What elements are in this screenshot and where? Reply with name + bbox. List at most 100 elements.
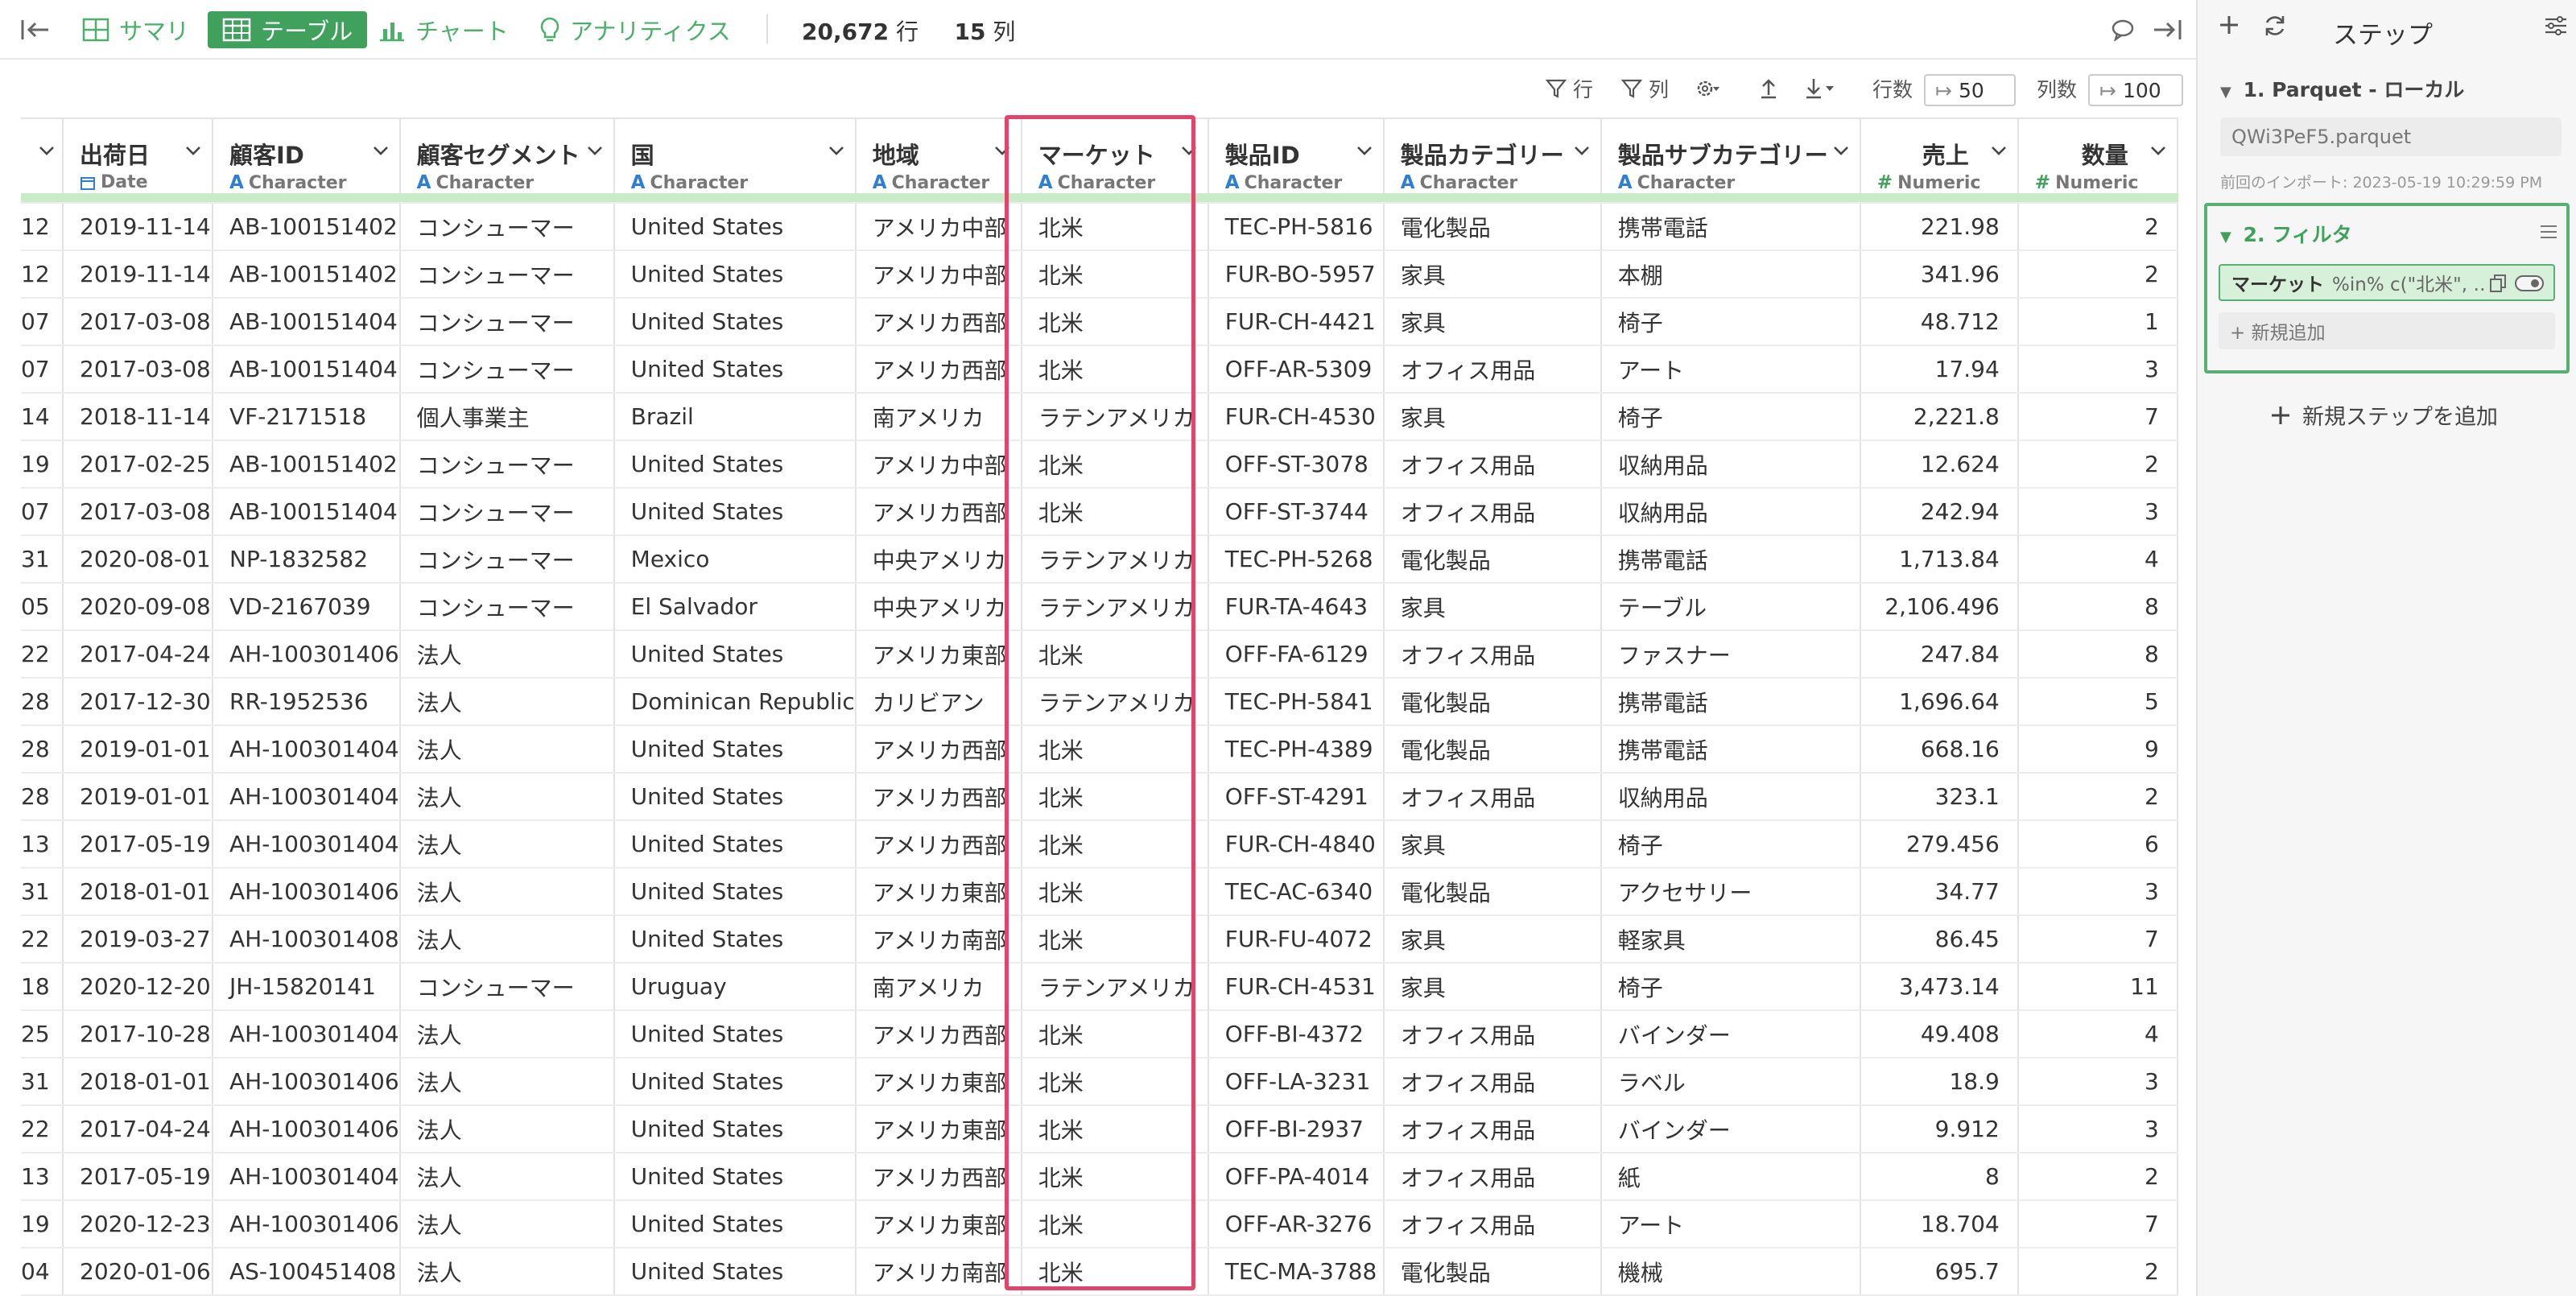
table-cell[interactable]: OFF-BI-2937 [1208,1105,1385,1154]
table-cell[interactable]: United States [613,203,857,251]
settings-menu-button[interactable] [1695,72,1726,105]
table-cell[interactable]: VD-2167039 [213,583,401,631]
sliders-icon[interactable] [2544,14,2568,37]
table-cell[interactable]: United States [613,250,857,299]
table-cell[interactable]: 07 [21,345,64,394]
table-cell[interactable]: United States [613,1058,857,1106]
table-cell[interactable]: テーブル [1600,583,1861,631]
table-cell[interactable]: OFF-AR-5309 [1208,345,1385,394]
table-cell[interactable]: 2,221.8 [1860,393,2019,441]
table-cell[interactable]: 携帯電話 [1600,203,1861,251]
table-cell[interactable]: 7 [2017,1200,2178,1249]
table-cell[interactable]: 22 [21,630,64,679]
table-cell[interactable]: AH-100301404 [213,1010,401,1059]
table-cell[interactable]: 2020-12-23 [63,1200,213,1249]
table-cell[interactable]: FUR-CH-4531 [1208,963,1385,1011]
table-cell[interactable]: 22 [21,1105,64,1154]
table-cell[interactable]: AH-100301406 [213,1058,401,1106]
chevron-down-icon[interactable] [1356,145,1373,156]
chevron-down-icon[interactable] [1832,145,1850,156]
table-cell[interactable]: United States [613,440,857,489]
table-cell[interactable]: 25 [21,1010,64,1059]
table-cell[interactable]: 電化製品 [1383,203,1602,251]
table-cell[interactable]: 北米 [1021,488,1209,536]
table-cell[interactable]: コンシューマー [399,963,615,1011]
table-cell[interactable]: 収納用品 [1600,440,1861,489]
table-cell[interactable]: 北米 [1021,203,1209,251]
table-cell[interactable]: 04 [21,1248,64,1296]
table-cell[interactable]: 家具 [1383,963,1602,1011]
table-cell[interactable]: 家具 [1383,298,1602,346]
table-cell[interactable]: 4 [2017,1010,2178,1059]
table-cell[interactable]: AH-100301404 [213,1153,401,1201]
table-cell[interactable]: アメリカ西部 [855,820,1022,869]
table-cell[interactable]: 13 [21,1153,64,1201]
table-cell[interactable]: 法人 [399,915,615,964]
table-cell[interactable]: 椅子 [1600,820,1861,869]
add-new-condition-button[interactable]: + 新規追加 [2219,312,2555,349]
chevron-down-icon[interactable] [586,145,604,156]
table-cell[interactable]: 9.912 [1860,1105,2019,1154]
table-cell[interactable]: 1,696.64 [1860,678,2019,726]
table-cell[interactable]: United States [613,820,857,869]
table-cell[interactable]: アメリカ中部 [855,440,1022,489]
step-2-filter[interactable]: ▼ 2. フィルタ マーケット %in% c("北米", … + 新規追加 [2204,203,2570,374]
table-cell[interactable]: 2020-08-01 [63,535,213,584]
table-cell[interactable]: 341.96 [1860,250,2019,299]
table-cell[interactable]: 2017-04-24 [63,630,213,679]
table-cell[interactable]: 北米 [1021,1010,1209,1059]
table-cell[interactable]: TEC-AC-6340 [1208,868,1385,916]
table-cell[interactable]: 紙 [1600,1153,1861,1201]
table-cell[interactable]: AB-100151402 [213,250,401,299]
table-cell[interactable]: 収納用品 [1600,773,1861,821]
table-cell[interactable]: 携帯電話 [1600,535,1861,584]
table-cell[interactable]: 北米 [1021,868,1209,916]
table-cell[interactable]: OFF-AR-3276 [1208,1200,1385,1249]
table-cell[interactable]: 6 [2017,820,2178,869]
table-cell[interactable]: 279.456 [1860,820,2019,869]
table-cell[interactable]: アメリカ西部 [855,773,1022,821]
table-cell[interactable]: 北米 [1021,1153,1209,1201]
table-cell[interactable]: 13 [21,820,64,869]
table-cell[interactable]: オフィス用品 [1383,345,1602,394]
refresh-icon[interactable] [2262,13,2288,39]
add-icon[interactable] [2217,13,2241,37]
table-cell[interactable]: オフィス用品 [1383,1200,1602,1249]
table-cell[interactable]: ラベル [1600,1058,1861,1106]
table-cell[interactable]: Dominican Republic [613,678,857,726]
tab-summary[interactable]: サマリ [82,11,189,48]
table-cell[interactable]: 31 [21,535,64,584]
table-cell[interactable]: 242.94 [1860,488,2019,536]
table-cell[interactable]: 法人 [399,1248,615,1296]
table-cell[interactable]: United States [613,915,857,964]
table-cell[interactable]: 7 [2017,393,2178,441]
chevron-down-icon[interactable] [993,145,1011,156]
table-cell[interactable]: コンシューマー [399,583,615,631]
table-cell[interactable]: コンシューマー [399,488,615,536]
toggle-icon[interactable] [2515,275,2544,291]
table-cell[interactable]: ラテンアメリカ [1021,535,1209,584]
table-cell[interactable]: 2 [2017,440,2178,489]
table-cell[interactable]: 中央アメリカ [855,535,1022,584]
table-cell[interactable]: 2018-01-01 [63,868,213,916]
copy-icon[interactable] [2486,274,2507,293]
column-header[interactable]: 製品ID A Character [1208,118,1385,193]
table-cell[interactable]: 2017-03-08 [63,298,213,346]
table-cell[interactable]: TEC-PH-5268 [1208,535,1385,584]
table-cell[interactable]: 1,713.84 [1860,535,2019,584]
table-cell[interactable]: 3 [2017,1105,2178,1154]
table-cell[interactable]: 電化製品 [1383,1248,1602,1296]
table-cell[interactable]: 北米 [1021,915,1209,964]
tab-table[interactable]: テーブル [208,11,368,48]
table-cell[interactable]: Brazil [613,393,857,441]
table-cell[interactable]: OFF-ST-3078 [1208,440,1385,489]
table-cell[interactable]: 247.84 [1860,630,2019,679]
table-cell[interactable]: 5 [2017,678,2178,726]
step-2-header[interactable]: ▼ 2. フィルタ [2220,219,2352,248]
table-cell[interactable]: United States [613,1105,857,1154]
table-cell[interactable]: 電化製品 [1383,868,1602,916]
table-cell[interactable]: 2,106.496 [1860,583,2019,631]
table-cell[interactable]: 2017-12-30 [63,678,213,726]
table-cell[interactable]: 2017-03-08 [63,488,213,536]
table-cell[interactable]: アメリカ東部 [855,1058,1022,1106]
